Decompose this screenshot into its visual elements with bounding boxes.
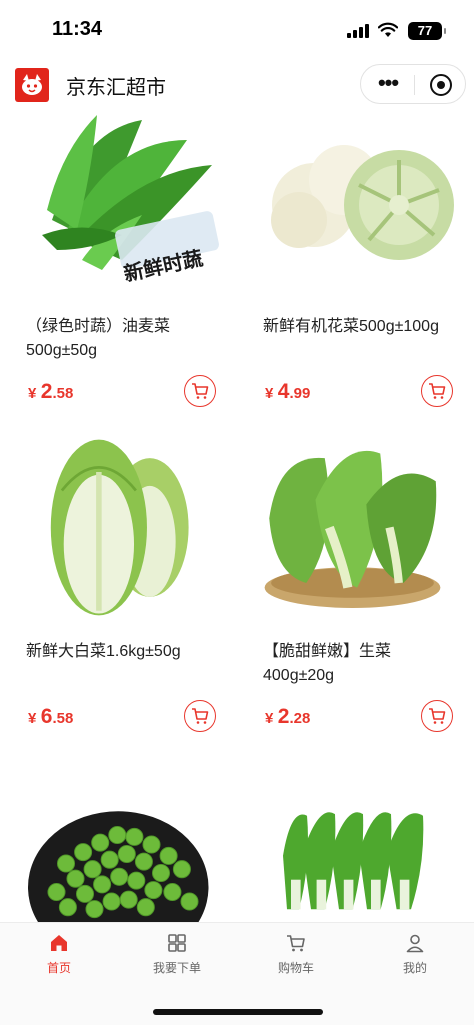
home-indicator bbox=[153, 1009, 323, 1015]
cart-icon bbox=[287, 935, 305, 952]
product-card[interactable]: 【脆甜鲜嫩】生菜400g±20g ¥ 2.28 bbox=[237, 435, 474, 775]
battery-icon: 77 bbox=[408, 22, 446, 40]
grid-icon bbox=[168, 934, 186, 952]
status-bar: 11:34 77 bbox=[0, 0, 474, 58]
tab-label: 我的 bbox=[402, 961, 427, 975]
romaine-lettuce-image bbox=[264, 450, 441, 608]
tab-profile[interactable]: 我的 bbox=[356, 933, 474, 983]
product-price: ¥ 2.28 bbox=[265, 705, 311, 728]
tab-order[interactable]: 我要下单 bbox=[118, 933, 236, 983]
add-to-cart-button[interactable] bbox=[184, 700, 216, 732]
cart-icon bbox=[429, 383, 446, 399]
more-dots-icon[interactable]: ••• bbox=[373, 72, 403, 94]
product-name: 新鲜大白菜1.6kg±50g bbox=[26, 643, 181, 660]
product-grid: 新鲜时蔬 （绿色时蔬）油麦菜500g±50g ¥ 2.58 新鲜有机花菜500g… bbox=[0, 110, 474, 922]
cart-icon bbox=[429, 708, 446, 724]
product-name: 新鲜有机花菜500g±100g bbox=[263, 318, 439, 335]
tab-bar: 首页 我要下单 购物车 我的 bbox=[0, 922, 474, 1025]
product-card[interactable] bbox=[237, 795, 474, 922]
product-card[interactable]: 新鲜大白菜1.6kg±50g ¥ 6.58 bbox=[0, 435, 237, 775]
person-icon bbox=[406, 934, 424, 953]
target-icon[interactable] bbox=[430, 74, 452, 96]
product-name: 【脆甜鲜嫩】生菜400g±20g bbox=[263, 643, 392, 684]
cart-icon bbox=[192, 383, 209, 399]
product-card[interactable]: 新鲜时蔬 （绿色时蔬）油麦菜500g±50g ¥ 2.58 bbox=[0, 110, 237, 440]
product-price: ¥ 6.58 bbox=[28, 705, 74, 728]
product-card[interactable] bbox=[0, 805, 237, 922]
tab-label: 我要下单 bbox=[152, 961, 201, 975]
home-icon bbox=[51, 935, 67, 951]
napa-cabbage-image bbox=[50, 439, 189, 616]
green-peas-image bbox=[28, 811, 209, 922]
tab-label: 购物车 bbox=[277, 961, 314, 975]
add-to-cart-button[interactable] bbox=[421, 375, 453, 407]
product-price: ¥ 2.58 bbox=[28, 380, 74, 403]
wifi-icon bbox=[378, 22, 398, 37]
status-time: 11:34 bbox=[52, 18, 103, 40]
add-to-cart-button[interactable] bbox=[421, 700, 453, 732]
app-title: 京东汇超市 bbox=[66, 77, 166, 99]
lettuce-stems-image: 新鲜时蔬 bbox=[42, 115, 219, 286]
tab-home[interactable]: 首页 bbox=[0, 933, 118, 983]
cart-icon bbox=[192, 708, 209, 724]
product-price: ¥ 4.99 bbox=[265, 380, 311, 403]
tab-cart[interactable]: 购物车 bbox=[237, 933, 355, 983]
nav-bar: 京东汇超市 ••• bbox=[0, 58, 474, 110]
capsule-menu: ••• bbox=[360, 64, 466, 104]
cauliflower-image bbox=[271, 145, 454, 260]
product-card[interactable]: 新鲜有机花菜500g±100g ¥ 4.99 bbox=[237, 110, 474, 440]
capsule-divider bbox=[414, 75, 415, 95]
add-to-cart-button[interactable] bbox=[184, 375, 216, 407]
app-logo bbox=[15, 68, 49, 102]
lettuce-bunch-image bbox=[283, 812, 424, 910]
tab-label: 首页 bbox=[46, 961, 71, 975]
signal-icon bbox=[347, 24, 369, 38]
product-name: （绿色时蔬）油麦菜500g±50g bbox=[26, 318, 171, 359]
